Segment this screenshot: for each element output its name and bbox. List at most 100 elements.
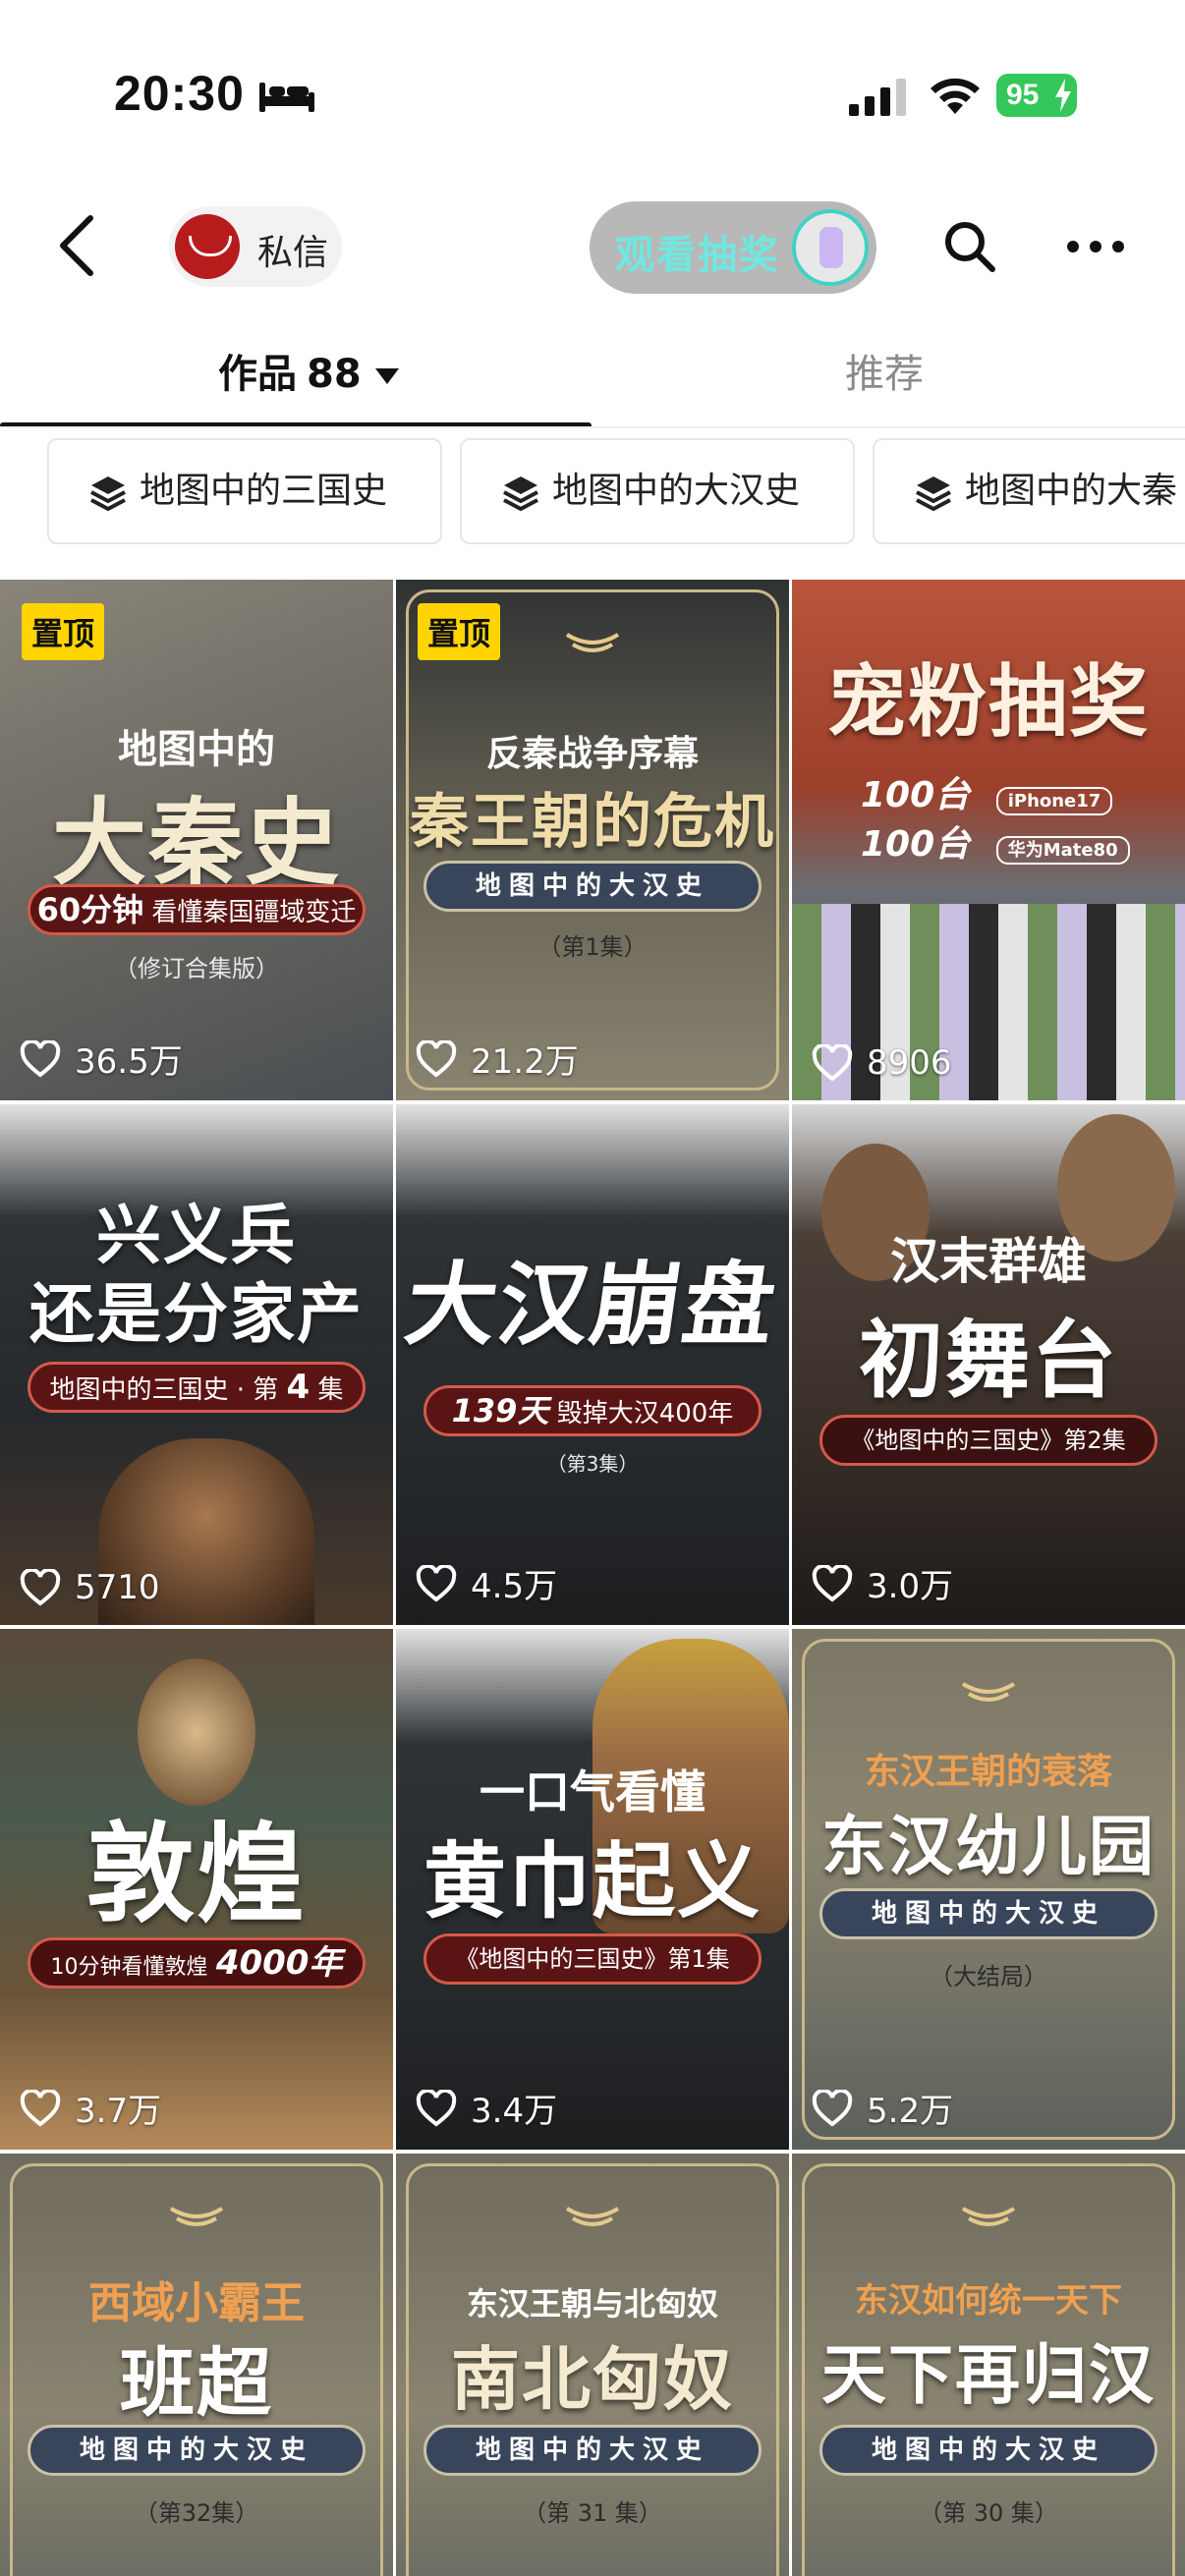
tab-works[interactable]: 作品 88 (218, 342, 399, 399)
video-tile[interactable]: 汉末群雄 初舞台 《地图中的三国史》第2集 3.0万 (792, 1104, 1185, 1625)
video-subtitle-pill: 10分钟看懂敦煌 4000年 (28, 1937, 366, 1988)
battery-indicator: 95 (996, 74, 1077, 117)
like-count-value: 3.0万 (867, 1567, 954, 1606)
video-tile[interactable]: 一口气看懂 黄巾起义 《地图中的三国史》第1集 3.4万 (396, 1629, 789, 2150)
heart-icon (812, 1564, 853, 1602)
prize-count: 100台 (861, 775, 971, 815)
battery-level: 95 (1006, 79, 1040, 111)
brand-logo-icon (961, 1682, 1016, 1702)
prize-row: 100台 华为Mate80 (861, 815, 1130, 867)
video-grid: 置顶 地图中的 大秦史 60分钟 看懂秦国疆域变迁 （修订合集版） 36.5万 … (0, 580, 1185, 2576)
video-title: 敦煌 (86, 1811, 307, 1937)
search-icon[interactable] (941, 218, 996, 273)
more-options-icon[interactable] (1065, 230, 1126, 263)
video-kicker: 东汉王朝与北匈奴 (466, 2285, 718, 2323)
video-tile[interactable]: 置顶 反秦战争序幕 秦王朝的危机 地图中的大汉史 （第1集） 21.2万 (396, 580, 789, 1100)
video-tile[interactable]: 东汉王朝与北匈奴 南北匈奴 地图中的大汉史 （第 31 集） (396, 2154, 789, 2576)
collection-strip[interactable]: 地图中的三国史 地图中的大汉史 地图中的大秦 (0, 438, 1185, 546)
like-count: 8906 (812, 1043, 952, 1083)
collection-item[interactable]: 地图中的大汉史 (460, 438, 855, 544)
like-count-value: 36.5万 (75, 1042, 183, 1082)
collection-item[interactable]: 地图中的三国史 (47, 438, 442, 544)
video-title: 秦王朝的危机 (410, 788, 775, 857)
video-tile[interactable]: 宠粉抽奖 100台 iPhone17 100台 华为Mate80 8906 (792, 580, 1185, 1100)
caret-down-icon (374, 368, 399, 384)
video-episode-note: （第 31 集） (523, 2499, 662, 2527)
like-count-value: 5.2万 (867, 2092, 954, 2131)
private-message-label: 私信 (257, 233, 329, 273)
private-message-button[interactable]: 私信 (169, 206, 342, 287)
video-title: 黄巾起义 (423, 1832, 762, 1930)
collection-label: 地图中的大汉史 (552, 471, 801, 511)
video-tile[interactable]: 敦煌 10分钟看懂敦煌 4000年 3.7万 (0, 1629, 393, 2150)
collection-label: 地图中的大秦 (965, 471, 1178, 511)
video-tile[interactable]: 置顶 地图中的 大秦史 60分钟 看懂秦国疆域变迁 （修订合集版） 36.5万 (0, 580, 393, 1100)
video-subtitle-pill: 地图中的大汉史 (423, 2425, 762, 2476)
charging-bolt-icon (1055, 79, 1071, 112)
watch-lottery-label: 观看抽奖 (615, 233, 780, 278)
video-kicker: 一口气看懂 (480, 1765, 705, 1819)
video-title: 初舞台 (859, 1311, 1118, 1410)
pill-text: 看懂秦国疆域变迁 (151, 898, 357, 927)
phone-prize-icon (792, 209, 869, 286)
prize-row: 100台 iPhone17 (861, 766, 1113, 817)
video-tile[interactable]: 东汉王朝的衰落 东汉幼儿园 地图中的大汉史 （大结局） 5.2万 (792, 1629, 1185, 2150)
heart-icon (416, 1039, 457, 1078)
mural-figure (138, 1658, 255, 1806)
sleep-focus-icon (259, 83, 314, 112)
pill-strong-text: 4 (286, 1368, 310, 1407)
brand-logo-icon (565, 2207, 620, 2226)
prize-count: 100台 (861, 824, 971, 865)
like-count: 4.5万 (416, 1559, 557, 1607)
like-count: 3.4万 (416, 2084, 557, 2132)
video-subtitle-pill: 地图中的大汉史 (423, 861, 762, 912)
prize-model-tag: iPhone17 (995, 787, 1113, 815)
video-title: 东汉幼儿园 (821, 1808, 1156, 1884)
video-tile[interactable]: 西域小霸王 班超 地图中的大汉史 （第32集） (0, 2154, 393, 2576)
video-subtitle-pill: 地图中的大汉史 (28, 2425, 366, 2476)
pill-strong-text: 60分钟 (36, 891, 144, 928)
like-count: 21.2万 (416, 1035, 579, 1083)
video-kicker: 东汉王朝的衰落 (864, 1752, 1112, 1792)
pill-text: 毁掉大汉400年 (556, 1399, 734, 1428)
video-subtitle-pill: 地图中的大汉史 (819, 2425, 1157, 2476)
brand-logo-icon (961, 2207, 1016, 2226)
heart-icon (416, 2089, 457, 2127)
video-tile[interactable]: 东汉如何统一天下 天下再归汉 地图中的大汉史 （第 30 集） (792, 2154, 1185, 2576)
like-count-value: 8906 (867, 1043, 952, 1083)
back-arrow-icon[interactable] (57, 214, 96, 277)
brand-logo-icon (565, 633, 620, 652)
video-episode-note: （第1集） (537, 933, 648, 961)
video-title: 天下再归汉 (821, 2336, 1156, 2413)
video-title: 班超 (120, 2339, 273, 2427)
cellular-signal-icon (849, 79, 906, 116)
heart-icon (20, 1039, 61, 1078)
video-title: 大汉崩盘 (399, 1252, 784, 1358)
video-title: 南北匈奴 (451, 2338, 734, 2420)
video-kicker: 反秦战争序幕 (485, 734, 699, 774)
pill-text: 地图中的三国史 · 第 (49, 1375, 279, 1405)
tab-works-label: 作品 (218, 352, 297, 397)
tab-recommend[interactable]: 推荐 (845, 342, 924, 399)
collection-item[interactable]: 地图中的大秦 (873, 438, 1185, 544)
heart-icon (20, 2089, 61, 2127)
video-subtitle-pill: 地图中的大汉史 (819, 1888, 1157, 1939)
pill-strong-text: 139天 (451, 1392, 549, 1429)
video-episode-note: （第32集） (134, 2499, 259, 2527)
collection-layers-icon (90, 476, 126, 512)
watch-lottery-button[interactable]: 观看抽奖 (590, 201, 876, 294)
like-count-value: 21.2万 (471, 1042, 579, 1082)
video-episode-note: （第3集） (546, 1452, 639, 1476)
video-tile[interactable]: 兴义兵 还是分家产 地图中的三国史 · 第 4 集 5710 (0, 1104, 393, 1625)
like-count-value: 4.5万 (471, 1567, 558, 1606)
pill-suffix: 集 (317, 1375, 344, 1405)
video-title: 大秦史 (52, 787, 341, 898)
like-count: 3.0万 (812, 1559, 953, 1607)
video-tile[interactable]: 大汉崩盘 139天 毁掉大汉400年 （第3集） 4.5万 (396, 1104, 789, 1625)
like-count-value: 5710 (75, 1568, 160, 1607)
account-avatar (175, 214, 240, 279)
video-kicker: 汉末群雄 (890, 1233, 1087, 1290)
heart-icon (20, 1569, 61, 1606)
video-title: 宠粉抽奖 (827, 655, 1150, 748)
like-count: 5.2万 (812, 2084, 953, 2132)
